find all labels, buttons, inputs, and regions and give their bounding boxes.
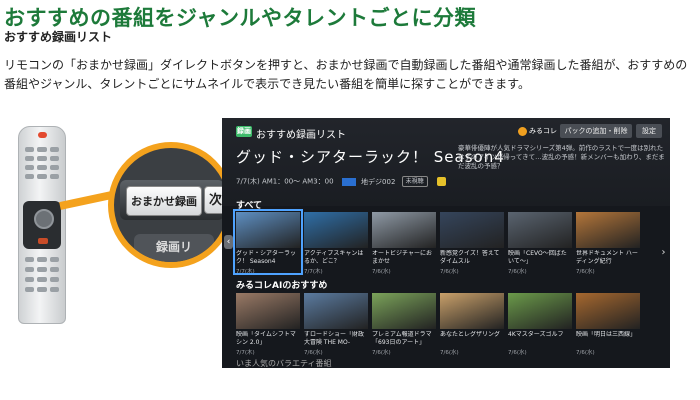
program-caption: アクティブスキャンはるか、どこ？ bbox=[304, 250, 364, 265]
power-button bbox=[38, 132, 47, 138]
record-list-button: 録画リ bbox=[134, 234, 214, 262]
remote-control bbox=[18, 126, 66, 324]
program-caption: 映画「明日は三西線」 bbox=[576, 331, 637, 338]
program-card[interactable]: あなたとレグザリング 7/6(水) bbox=[440, 293, 504, 356]
program-caption: 新感覚クイズ！答えてダイムスル bbox=[440, 250, 500, 265]
program-card[interactable]: オートビジチャーにおまかせ 7/6(水) bbox=[372, 212, 436, 275]
program-card[interactable]: 4Kマスターズゴルフ 7/6(水) bbox=[508, 293, 572, 356]
dpad bbox=[34, 209, 54, 229]
program-thumbnail bbox=[304, 293, 368, 329]
program-card[interactable]: 映画「CEVO～回ばたいて～」 7/6(水) bbox=[508, 212, 572, 275]
mark-icon bbox=[436, 177, 446, 186]
channel-logo-icon bbox=[341, 177, 356, 186]
meta-channel: 地デジ002 bbox=[361, 177, 396, 186]
program-date: 7/7(木) bbox=[304, 269, 323, 275]
section-mirukore-label: みるコレAIのおすすめ bbox=[236, 281, 328, 291]
program-caption: 世界ドキュメント ハーディング紀行 bbox=[576, 250, 638, 265]
program-date: 7/7(木) bbox=[236, 269, 255, 275]
program-date: 7/6(水) bbox=[372, 269, 391, 275]
program-date: 7/6(水) bbox=[508, 269, 527, 275]
program-date: 7/7(木) bbox=[236, 350, 255, 356]
program-thumbnail bbox=[440, 293, 504, 329]
program-caption: 映画「CEVO～回ばたいて～」 bbox=[508, 250, 567, 265]
program-meta: 7/7(木) AM1：00～ AM3：00 地デジ002 未視聴 bbox=[236, 176, 446, 187]
section-all-label: すべて bbox=[236, 201, 263, 211]
program-date: 7/6(水) bbox=[304, 350, 323, 356]
recordings-row-mirukore: 映画「タイムシフトマシン 2.0」 7/7(木) すロードショー「財政大冒険 THE… bbox=[236, 293, 670, 356]
recordings-row-all: グッド・シアターラック！ Season4 7/7(木) アクティブスキャンはるか、ど… bbox=[233, 209, 670, 275]
omakase-record-button: おまかせ録画 bbox=[126, 186, 202, 216]
tv-screen: 録画 おすすめ録画リスト みるコレ パックの追加・削除 設定 グッド・シアターラ… bbox=[222, 118, 670, 368]
program-card[interactable]: グッド・シアターラック！ Season4 7/7(木) bbox=[233, 209, 303, 275]
program-caption: プレミアム報道ドラマ「693日のアート」 bbox=[372, 331, 432, 346]
unwatched-tag: 未視聴 bbox=[401, 176, 428, 187]
program-thumbnail bbox=[440, 212, 504, 248]
program-thumbnail bbox=[236, 212, 300, 248]
program-date: 7/6(水) bbox=[576, 350, 595, 356]
program-card[interactable]: プレミアム報道ドラマ「693日のアート」 7/6(水) bbox=[372, 293, 436, 356]
program-card[interactable]: 映画「タイムシフトマシン 2.0」 7/7(木) bbox=[236, 293, 300, 356]
program-thumbnail bbox=[576, 212, 640, 248]
section-next-label: いま人気のバラエティ番組 bbox=[236, 359, 332, 368]
program-caption: すロードショー「財政大冒険 THE MO- bbox=[304, 331, 365, 346]
program-date: 7/6(水) bbox=[372, 350, 391, 356]
remote-illustration: おまかせ録画 次 録画リ bbox=[10, 118, 234, 368]
scroll-right-icon[interactable]: › bbox=[659, 246, 668, 260]
screen-title: おすすめ録画リスト bbox=[256, 130, 346, 141]
zoom-lens: おまかせ録画 次 録画リ bbox=[108, 142, 234, 268]
program-caption: オートビジチャーにおまかせ bbox=[372, 250, 432, 265]
settings-button[interactable]: 設定 bbox=[636, 124, 662, 138]
mirukore-icon bbox=[518, 126, 527, 136]
program-card[interactable]: 世界ドキュメント ハーディング紀行 7/6(水) bbox=[576, 212, 640, 275]
program-thumbnail bbox=[508, 212, 572, 248]
program-card[interactable]: すロードショー「財政大冒険 THE MO- 7/6(水) bbox=[304, 293, 368, 356]
page-description: リモコンの「おまかせ録画」ダイレクトボタンを押すと、おまかせ録画で自動録画した番… bbox=[4, 58, 688, 91]
record-logo-icon: 録画 bbox=[236, 126, 252, 137]
zoom-pointer bbox=[59, 190, 114, 210]
program-card[interactable]: 映画「明日は三西線」 7/6(水) bbox=[576, 293, 640, 356]
mirukore-badge: みるコレ bbox=[518, 126, 557, 136]
program-thumbnail bbox=[236, 293, 300, 329]
program-summary: 豪華俳優陣が人気ドラマシリーズ第4弾。前作のラストで一度は別れたはずのアイツが帰… bbox=[458, 144, 665, 170]
program-date: 7/6(水) bbox=[508, 350, 527, 356]
program-caption: 4Kマスターズゴルフ bbox=[508, 331, 564, 338]
page-subheading: おすすめ録画リスト bbox=[4, 30, 113, 44]
program-caption: 映画「タイムシフトマシン 2.0」 bbox=[236, 331, 296, 346]
program-caption: あなたとレグザリング bbox=[440, 331, 501, 338]
program-date: 7/6(水) bbox=[576, 269, 595, 275]
ok-button bbox=[38, 238, 48, 244]
remote-center-panel bbox=[23, 201, 61, 249]
program-card[interactable]: アクティブスキャンはるか、どこ？ 7/7(木) bbox=[304, 212, 368, 275]
program-thumbnail bbox=[576, 293, 640, 329]
program-thumbnail bbox=[372, 293, 436, 329]
program-date: 7/6(水) bbox=[440, 350, 459, 356]
scroll-left-icon[interactable]: ‹ bbox=[224, 235, 233, 249]
meta-date: 7/7(木) AM1：00～ AM3：00 bbox=[236, 177, 334, 186]
pack-edit-button[interactable]: パックの追加・削除 bbox=[560, 124, 632, 138]
program-card[interactable]: 新感覚クイズ！答えてダイムスル 7/6(水) bbox=[440, 212, 504, 275]
program-thumbnail bbox=[372, 212, 436, 248]
program-date: 7/6(水) bbox=[440, 269, 459, 275]
program-thumbnail bbox=[508, 293, 572, 329]
program-thumbnail bbox=[304, 212, 368, 248]
program-caption: グッド・シアターラック！ Season4 bbox=[236, 250, 297, 265]
